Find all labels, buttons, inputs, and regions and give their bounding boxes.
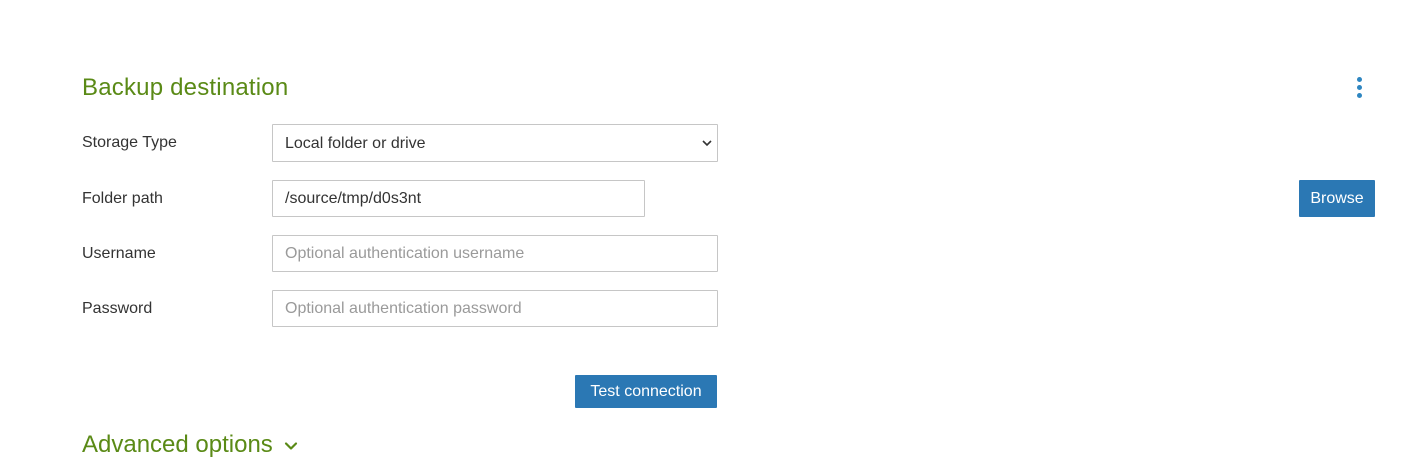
section-title: Backup destination xyxy=(82,74,289,101)
storage-type-select[interactable]: Local folder or drive xyxy=(272,124,718,162)
username-label: Username xyxy=(82,245,156,262)
folder-path-input[interactable] xyxy=(272,180,645,217)
more-options-button[interactable] xyxy=(1349,74,1369,100)
chevron-down-icon xyxy=(284,442,297,450)
password-input[interactable] xyxy=(272,290,718,327)
test-connection-button[interactable]: Test connection xyxy=(575,375,717,408)
password-label: Password xyxy=(82,300,153,317)
more-vertical-icon xyxy=(1356,76,1362,82)
storage-type-label: Storage Type xyxy=(82,134,177,151)
username-input[interactable] xyxy=(272,235,718,272)
more-vertical-icon-dot xyxy=(1356,92,1362,98)
more-vertical-icon-dot xyxy=(1356,84,1362,90)
folder-path-label: Folder path xyxy=(82,190,163,207)
advanced-options-label: Advanced options xyxy=(82,431,273,458)
browse-button[interactable]: Browse xyxy=(1299,180,1375,217)
advanced-options-toggle[interactable]: Advanced options xyxy=(82,430,299,460)
